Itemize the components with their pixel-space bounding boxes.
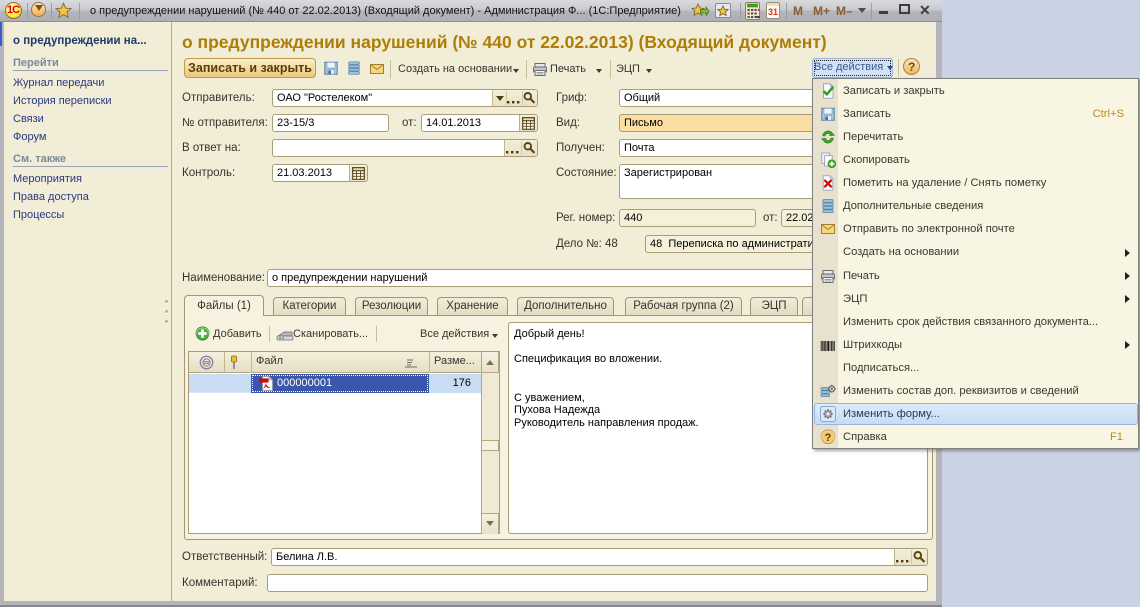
svg-text:?: ? xyxy=(825,432,832,444)
